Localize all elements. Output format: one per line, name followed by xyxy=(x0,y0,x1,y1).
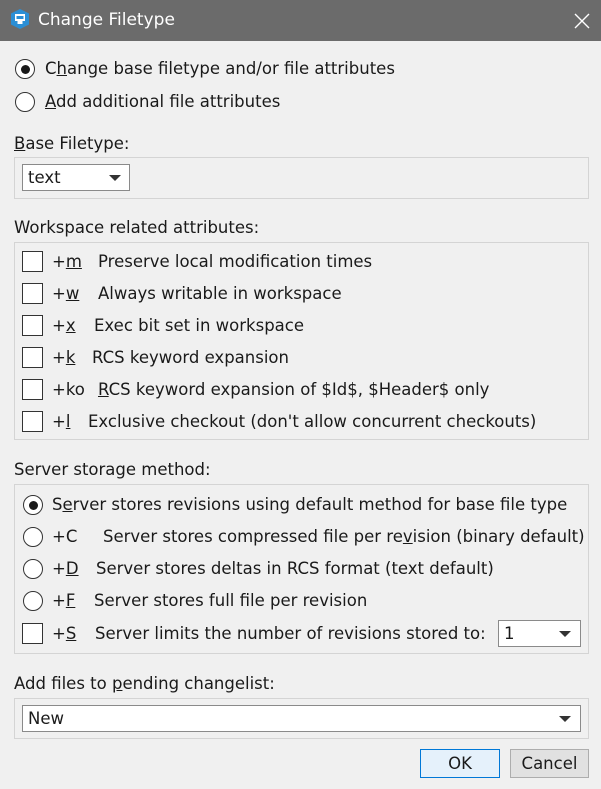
workspace-attributes-label: Workspace related attributes: xyxy=(14,218,260,237)
changelist-value: New xyxy=(28,708,64,728)
mode-change-radio[interactable] xyxy=(15,59,35,79)
storage-full-radio[interactable] xyxy=(23,591,43,611)
attr-l-code: +l xyxy=(52,412,71,431)
revision-limit-select[interactable]: 1 xyxy=(498,620,581,647)
storage-deltas-code: +D xyxy=(52,559,79,578)
attr-w-desc: Always writable in workspace xyxy=(98,284,342,303)
attr-k-desc: RCS keyword expansion xyxy=(92,348,289,367)
revision-limit-value: 1 xyxy=(504,623,515,643)
mode-add-label[interactable]: Add additional file attributes xyxy=(45,92,280,112)
storage-default-radio[interactable] xyxy=(23,495,43,515)
close-icon xyxy=(574,13,589,28)
storage-compressed-code: +C xyxy=(52,527,78,546)
attr-w-code: +w xyxy=(52,284,80,303)
chevron-down-icon xyxy=(559,631,571,637)
base-filetype-value: text xyxy=(28,167,61,187)
storage-deltas-label[interactable]: Server stores deltas in RCS format (text… xyxy=(96,559,494,579)
attr-ko-code: +ko xyxy=(52,380,85,399)
attr-w-checkbox[interactable] xyxy=(22,283,43,304)
attr-x-desc: Exec bit set in workspace xyxy=(94,316,305,335)
mode-add-radio[interactable] xyxy=(15,92,35,112)
chevron-down-icon xyxy=(559,716,571,722)
app-icon xyxy=(9,8,31,30)
ok-button[interactable]: OK xyxy=(420,749,500,778)
attr-m-checkbox[interactable] xyxy=(22,251,43,272)
chevron-down-icon xyxy=(109,175,121,181)
storage-default-label[interactable]: Server stores revisions using default me… xyxy=(52,495,567,515)
attr-m-code: +m xyxy=(52,252,82,271)
attr-x-checkbox[interactable] xyxy=(22,315,43,336)
attr-x-code: +x xyxy=(52,316,76,335)
storage-limit-checkbox[interactable] xyxy=(22,623,43,644)
storage-compressed-radio[interactable] xyxy=(23,527,43,547)
storage-deltas-radio[interactable] xyxy=(23,559,43,579)
close-button[interactable] xyxy=(562,0,601,41)
attr-ko-desc: RCS keyword expansion of $Id$, $Header$ … xyxy=(98,380,490,399)
storage-method-label: Server storage method: xyxy=(14,460,211,479)
cancel-button[interactable]: Cancel xyxy=(510,749,589,778)
title-bar: Change Filetype xyxy=(0,0,601,41)
mode-change-label[interactable]: Change base filetype and/or file attribu… xyxy=(45,59,395,79)
attr-k-code: +k xyxy=(52,348,76,367)
attr-k-checkbox[interactable] xyxy=(22,347,43,368)
attr-l-checkbox[interactable] xyxy=(22,411,43,432)
base-filetype-label: Base Filetype: xyxy=(14,134,130,153)
storage-compressed-label[interactable]: Server stores compressed file per revisi… xyxy=(103,527,585,547)
base-filetype-select[interactable]: text xyxy=(22,164,130,191)
changelist-select[interactable]: New xyxy=(22,705,581,732)
attr-ko-checkbox[interactable] xyxy=(22,379,43,400)
storage-full-code: +F xyxy=(52,591,76,610)
window-title: Change Filetype xyxy=(38,10,175,30)
storage-limit-label: Server limits the number of revisions st… xyxy=(95,624,486,643)
storage-full-label[interactable]: Server stores full file per revision xyxy=(94,591,367,611)
storage-limit-code: +S xyxy=(52,624,77,643)
changelist-label: Add files to pending changelist: xyxy=(14,674,275,693)
attr-m-desc: Preserve local modification times xyxy=(98,252,373,271)
attr-l-desc: Exclusive checkout (don't allow concurre… xyxy=(88,412,537,431)
